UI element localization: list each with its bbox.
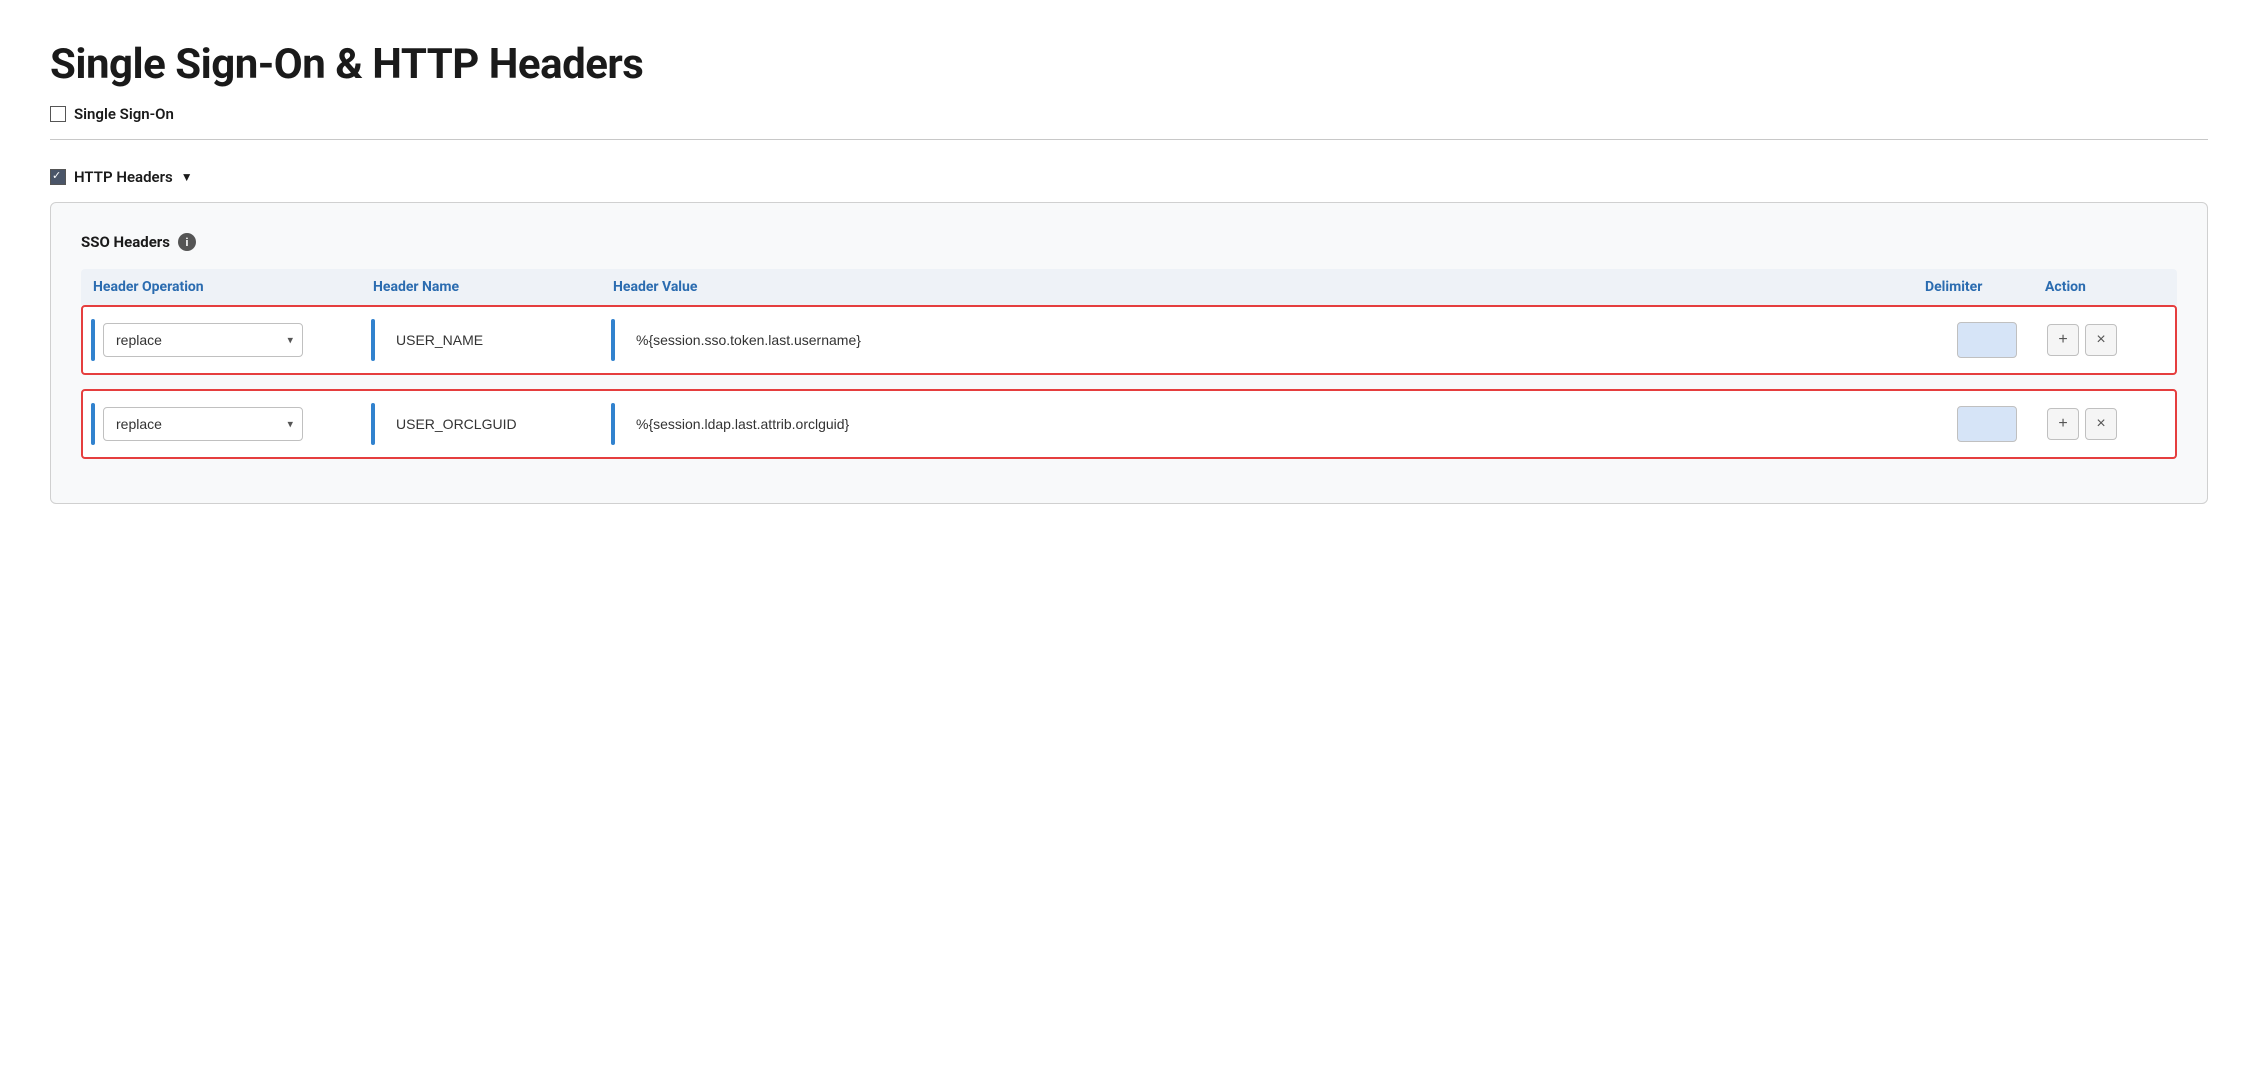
row2-operation-wrapper: replace insert remove ▾: [103, 407, 303, 441]
divider: [50, 139, 2208, 140]
row1-action-cell: + ×: [2047, 324, 2167, 356]
table-row: replace insert remove ▾ + ×: [81, 305, 2177, 375]
col-header-delimiter: Delimiter: [1925, 279, 2045, 295]
row1-value-blue-bar: [611, 319, 615, 361]
row1-add-button[interactable]: +: [2047, 324, 2079, 356]
row1-delimiter-cell: [1927, 322, 2047, 358]
row2-delimiter-cell: [1927, 406, 2047, 442]
http-headers-row: HTTP Headers ▼: [50, 168, 2208, 186]
row2-add-button[interactable]: +: [2047, 408, 2079, 440]
row1-value-input[interactable]: [623, 323, 1927, 357]
row1-blue-bar: [91, 319, 95, 361]
col-header-value: Header Value: [613, 279, 1925, 295]
sso-checkbox[interactable]: [50, 106, 66, 122]
row2-name-blue-bar: [371, 403, 375, 445]
sso-label: Single Sign-On: [74, 105, 174, 123]
col-header-name: Header Name: [373, 279, 613, 295]
col-header-action: Action: [2045, 279, 2165, 295]
row2-operation-select[interactable]: replace insert remove: [103, 407, 303, 441]
sso-headers-title: SSO Headers: [81, 233, 170, 251]
http-headers-label: HTTP Headers: [74, 168, 173, 186]
sso-toggle-row: Single Sign-On: [50, 105, 2208, 123]
row1-operation-wrapper: replace insert remove ▾: [103, 323, 303, 357]
http-headers-checkbox[interactable]: [50, 169, 66, 185]
row2-remove-button[interactable]: ×: [2085, 408, 2117, 440]
row2-action-cell: + ×: [2047, 408, 2167, 440]
col-header-operation: Header Operation: [93, 279, 373, 295]
row1-remove-button[interactable]: ×: [2085, 324, 2117, 356]
page-title: Single Sign-On & HTTP Headers: [50, 40, 2208, 89]
info-icon[interactable]: i: [178, 233, 196, 251]
row1-name-blue-bar: [371, 319, 375, 361]
row2-value-input[interactable]: [623, 407, 1927, 441]
sso-headers-table: Header Operation Header Name Header Valu…: [81, 269, 2177, 459]
row2-delimiter-box[interactable]: [1957, 406, 2017, 442]
row2-value-blue-bar: [611, 403, 615, 445]
headers-panel: SSO Headers i Header Operation Header Na…: [50, 202, 2208, 504]
row2-operation-cell: replace insert remove ▾: [91, 403, 371, 445]
row1-name-cell: [371, 319, 611, 361]
row1-name-input[interactable]: [383, 323, 611, 357]
chevron-down-icon: ▼: [181, 170, 193, 184]
table-header: Header Operation Header Name Header Valu…: [81, 269, 2177, 305]
row1-operation-select[interactable]: replace insert remove: [103, 323, 303, 357]
row1-value-cell: [611, 319, 1927, 361]
row2-name-cell: [371, 403, 611, 445]
sso-headers-title-row: SSO Headers i: [81, 233, 2177, 251]
row2-blue-bar: [91, 403, 95, 445]
row2-value-cell: [611, 403, 1927, 445]
row1-operation-cell: replace insert remove ▾: [91, 319, 371, 361]
table-row: replace insert remove ▾ + ×: [81, 389, 2177, 459]
row2-name-input[interactable]: [383, 407, 611, 441]
row1-delimiter-box[interactable]: [1957, 322, 2017, 358]
